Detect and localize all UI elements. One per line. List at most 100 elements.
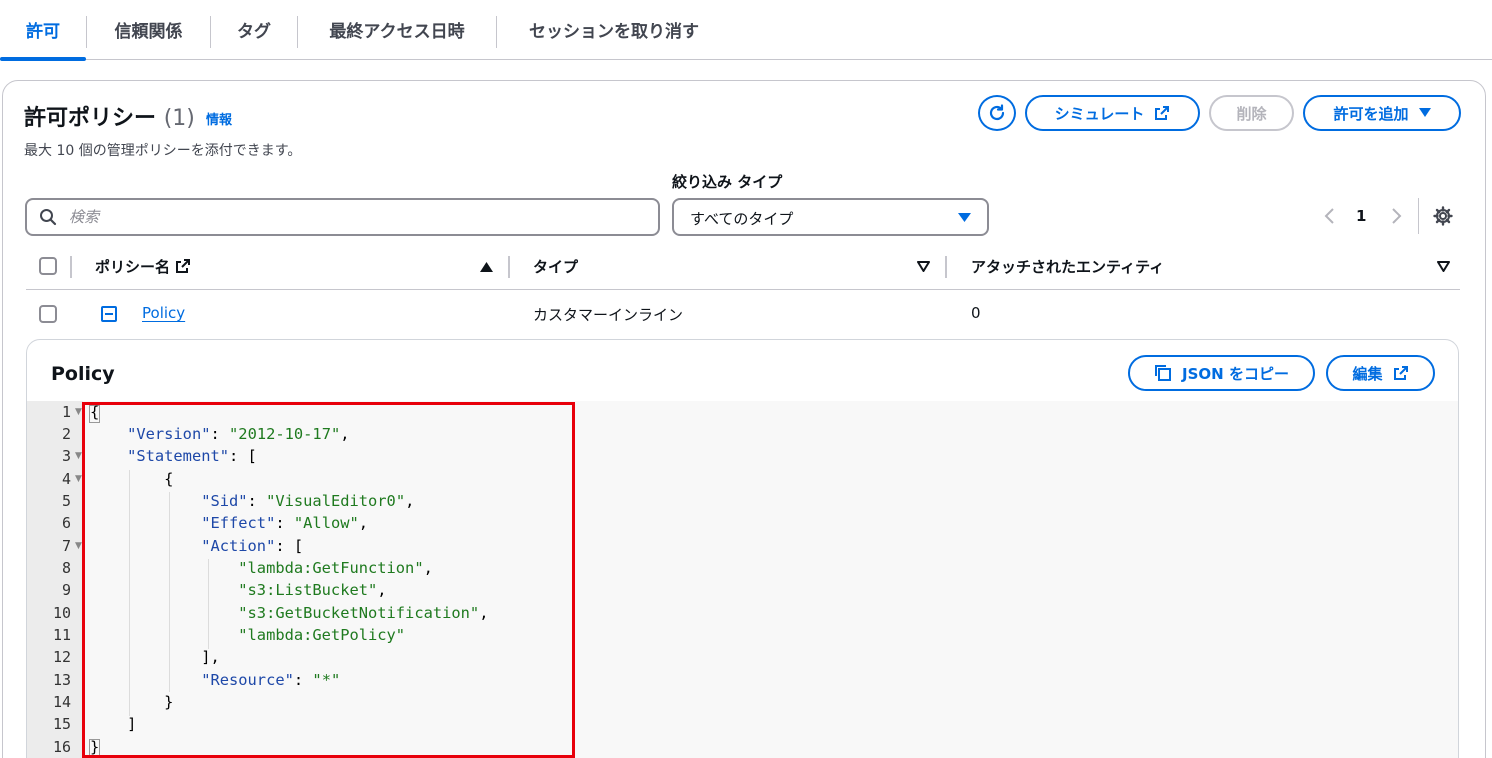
simulate-button[interactable]: シミュレート [1025, 95, 1200, 131]
code-line: ] [90, 715, 137, 733]
json-key: "Statement" [127, 447, 230, 465]
column-header-policy-name[interactable]: ポリシー名 [95, 256, 191, 277]
search-icon [40, 209, 57, 226]
add-permission-label: 許可を追加 [1333, 104, 1409, 123]
tab-tags[interactable]: タグ [211, 0, 297, 60]
type-filter-value: すべてのタイプ [690, 210, 794, 228]
code-line: "Statement": [ [127, 447, 257, 465]
code-line: { [90, 470, 174, 488]
info-link[interactable]: 情報 [206, 109, 232, 128]
code-line: "lambda:GetFunction", [238, 559, 433, 577]
code-line: "Version": "2012-10-17", [127, 425, 350, 443]
code-line: "Action": [ [201, 537, 304, 555]
collapse-icon[interactable] [101, 306, 117, 322]
line-number: 11 [52, 626, 71, 644]
json-key: "Sid" [201, 492, 248, 510]
line-number: 4 [61, 470, 71, 488]
caret-down-icon [958, 213, 971, 222]
fold-toggle-icon[interactable]: ▼ [75, 451, 82, 461]
line-number: 13 [52, 671, 71, 689]
tab-bar: 許可 信頼関係 タグ 最終アクセス日時 セッションを取り消す [0, 0, 1492, 61]
sort-ascending-icon[interactable] [480, 261, 493, 272]
line-number: 15 [52, 715, 71, 733]
copy-icon [1155, 365, 1172, 381]
tab-revoke-sessions[interactable]: セッションを取り消す [497, 0, 731, 60]
search-input[interactable] [69, 204, 649, 230]
page-title: 許可ポリシー (1) [24, 100, 195, 132]
chevron-left-icon[interactable] [1322, 206, 1338, 226]
line-number: 3 [61, 447, 71, 465]
column-divider [508, 256, 510, 278]
simulate-label: シミュレート [1054, 104, 1145, 123]
line-number: 12 [52, 648, 71, 666]
edit-label: 編集 [1352, 364, 1383, 383]
line-number: 8 [61, 559, 71, 577]
policy-count: (1) [163, 106, 195, 131]
copy-json-label: JSON をコピー [1182, 364, 1289, 383]
delete-button[interactable]: 削除 [1209, 95, 1294, 131]
json-key: "Effect" [201, 514, 276, 532]
tab-trust-relationships[interactable]: 信頼関係 [87, 0, 210, 60]
sort-icon[interactable] [1437, 261, 1450, 272]
code-line: { [90, 403, 100, 421]
row-checkbox[interactable] [39, 305, 57, 323]
code-line: "s3:ListBucket", [238, 581, 387, 599]
code-line: } [90, 738, 100, 756]
page-subtitle: 最大 10 個の管理ポリシーを添付できます。 [24, 143, 302, 159]
policy-type: カスタマーインライン [533, 306, 684, 324]
code-line: "Resource": "*" [201, 671, 341, 689]
json-string: "VisualEditor0" [266, 492, 406, 510]
refresh-button[interactable] [978, 95, 1016, 131]
line-number: 5 [61, 492, 71, 510]
code-line: } [90, 693, 174, 711]
code-line: "Sid": "VisualEditor0", [201, 492, 415, 510]
json-key: "Resource" [201, 671, 294, 689]
type-filter-select[interactable]: すべてのタイプ [672, 198, 989, 236]
json-string: "s3:GetBucketNotification" [238, 604, 480, 622]
line-number: 9 [61, 581, 71, 599]
column-header-attached-entities[interactable]: アタッチされたエンティティ [971, 256, 1164, 277]
json-key: "Action" [201, 537, 276, 555]
external-link-icon [1155, 106, 1170, 120]
line-number: 10 [52, 604, 71, 622]
code-line: ], [90, 648, 220, 666]
delete-label: 削除 [1236, 104, 1267, 123]
tab-permissions[interactable]: 許可 [0, 0, 86, 61]
fold-toggle-icon[interactable]: ▼ [75, 407, 82, 417]
json-string: "*" [312, 671, 341, 689]
line-number: 16 [52, 738, 71, 756]
line-number: 1 [61, 403, 71, 421]
policy-title: Policy [51, 363, 115, 385]
attached-entities-count: 0 [971, 304, 981, 322]
caret-down-icon [1418, 108, 1431, 117]
external-link-icon [1393, 366, 1408, 380]
refresh-icon [989, 104, 1005, 121]
code-line: "lambda:GetPolicy" [90, 626, 405, 644]
title-text: 許可ポリシー [24, 106, 157, 131]
policy-name-link[interactable]: Policy [142, 304, 185, 322]
json-string: "s3:ListBucket" [238, 581, 378, 599]
copy-json-button[interactable]: JSON をコピー [1128, 355, 1315, 391]
column-header-type[interactable]: タイプ [533, 256, 578, 277]
fold-toggle-icon[interactable]: ▼ [75, 541, 82, 551]
sort-icon[interactable] [917, 261, 930, 272]
code-line: "s3:GetBucketNotification", [238, 604, 489, 622]
line-number: 2 [61, 425, 71, 443]
chevron-right-icon[interactable] [1388, 206, 1404, 226]
edit-button[interactable]: 編集 [1326, 355, 1435, 391]
column-divider [945, 256, 947, 278]
column-divider [70, 256, 72, 278]
json-string: "lambda:GetPolicy" [238, 626, 406, 644]
json-string: "Allow" [293, 514, 359, 532]
add-permission-button[interactable]: 許可を追加 [1303, 95, 1461, 131]
page-number[interactable]: 1 [1356, 207, 1366, 225]
search-box [25, 198, 660, 236]
select-all-checkbox[interactable] [39, 257, 57, 275]
tab-last-accessed[interactable]: 最終アクセス日時 [298, 0, 496, 60]
gear-icon[interactable] [1433, 206, 1453, 226]
code-line: "Effect": "Allow", [201, 514, 369, 532]
pager-divider [1418, 198, 1419, 234]
fold-toggle-icon[interactable]: ▼ [75, 474, 82, 484]
line-number: 6 [61, 514, 71, 532]
json-key: "Version" [127, 425, 211, 443]
